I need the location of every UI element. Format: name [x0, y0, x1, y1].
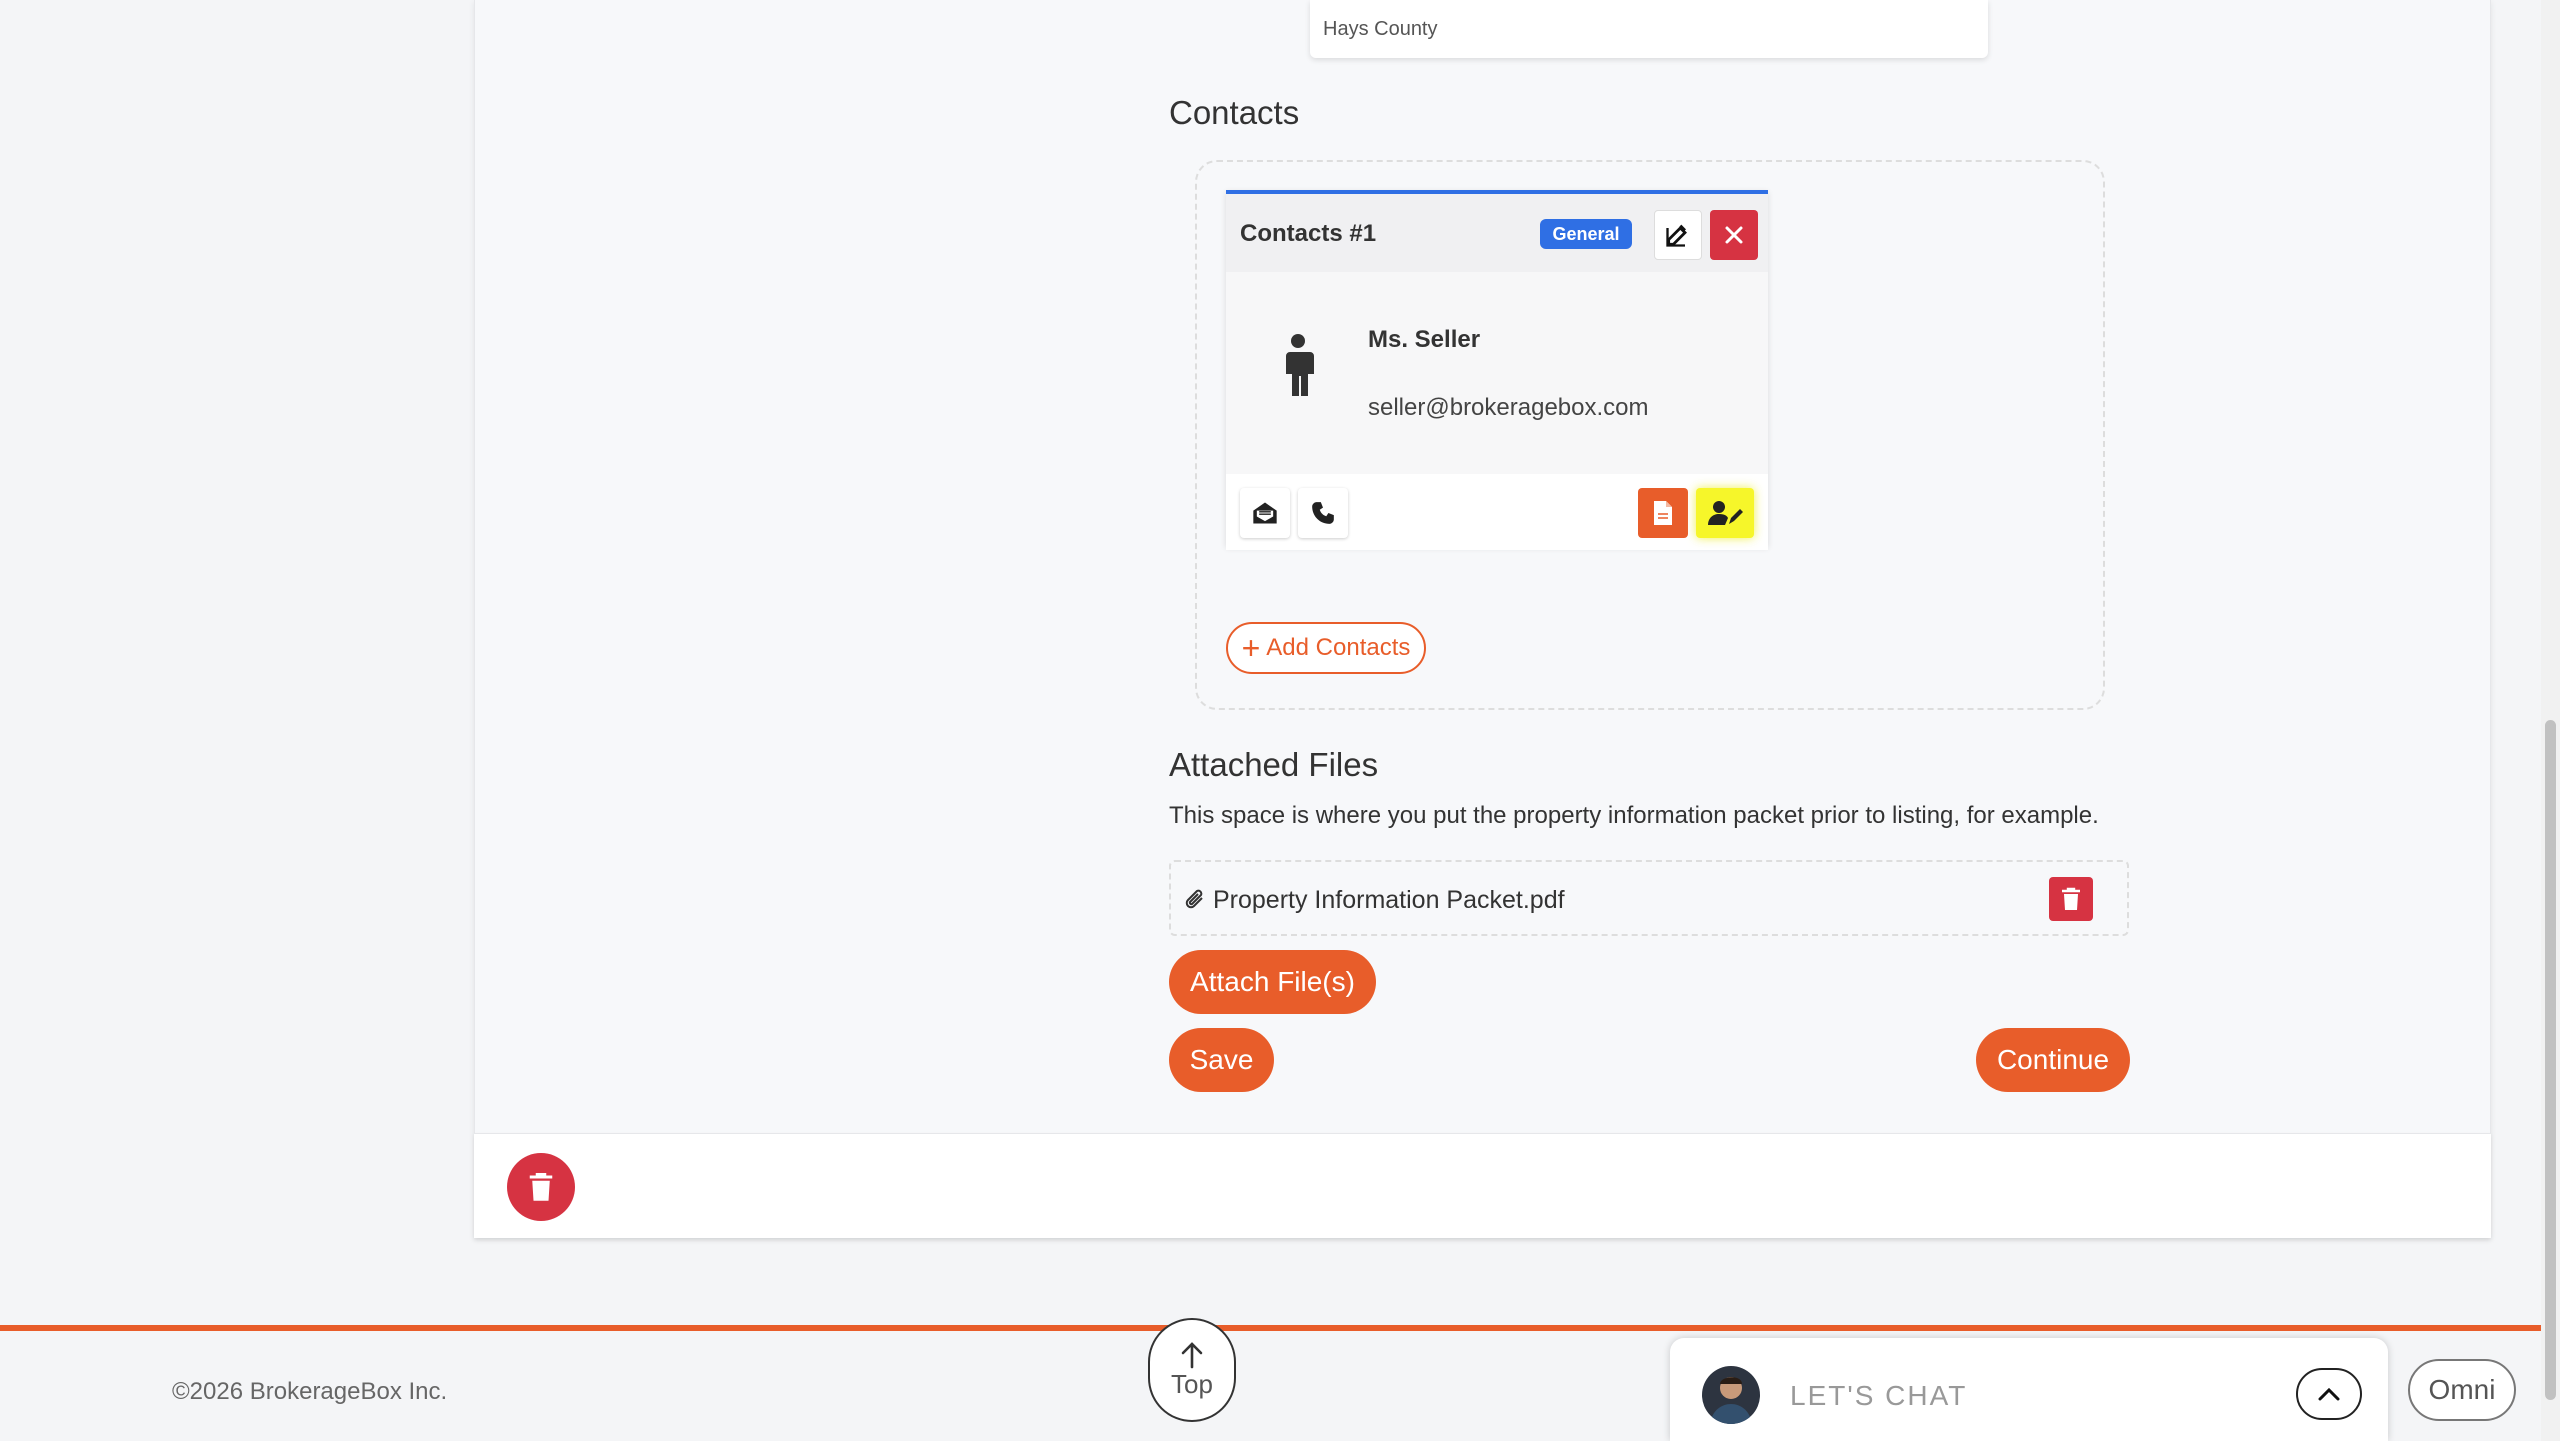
- user-pen-icon: [1708, 501, 1743, 525]
- contact-signer-button[interactable]: [1696, 488, 1754, 538]
- scrollbar-thumb[interactable]: [2545, 720, 2556, 1400]
- person-icon: [1286, 334, 1314, 396]
- contact-card-body: Ms. Seller seller@brokeragebox.com: [1226, 272, 1768, 478]
- chat-widget[interactable]: LET'S CHAT: [1670, 1338, 2388, 1441]
- contact-card-title: Contacts #1: [1240, 220, 1377, 247]
- contacts-heading: Contacts: [1169, 94, 1300, 131]
- paperclip-icon: [1185, 889, 1203, 909]
- chat-agent-avatar: [1702, 1366, 1760, 1424]
- copyright-text: ©2026 BrokerageBox Inc.: [172, 1378, 448, 1405]
- attached-files-heading: Attached Files: [1169, 746, 1379, 783]
- email-contact-button[interactable]: [1240, 488, 1290, 538]
- trash-icon: [2062, 887, 2080, 910]
- document-icon: [1654, 501, 1672, 525]
- continue-button[interactable]: Continue: [1976, 1028, 2130, 1092]
- chevron-up-icon: [2318, 1387, 2340, 1401]
- attached-files-description: This space is where you put the property…: [1169, 802, 2099, 829]
- arrow-up-icon: [1181, 1341, 1203, 1368]
- plus-icon: +: [1241, 630, 1261, 666]
- save-button[interactable]: Save: [1169, 1028, 1274, 1092]
- chat-label: LET'S CHAT: [1790, 1380, 1968, 1411]
- county-label: Hays County: [1323, 18, 1438, 40]
- add-contacts-button[interactable]: + Add Contacts: [1226, 622, 1426, 674]
- chat-expand-button[interactable]: [2296, 1368, 2362, 1420]
- contact-actions-bar: [1226, 474, 1768, 550]
- contact-email: seller@brokeragebox.com: [1368, 394, 1649, 421]
- edit-contact-button[interactable]: [1654, 210, 1702, 260]
- edit-icon: [1666, 224, 1687, 247]
- file-name-link[interactable]: Property Information Packet.pdf: [1213, 886, 1565, 915]
- contact-document-button[interactable]: [1638, 488, 1688, 538]
- top-label: Top: [1171, 1368, 1213, 1399]
- contact-name: Ms. Seller: [1368, 326, 1481, 353]
- scroll-to-top-button[interactable]: Top: [1148, 1318, 1236, 1422]
- trash-icon: [529, 1173, 553, 1201]
- contact-type-badge: General: [1540, 219, 1632, 249]
- contact-card: Contacts #1 General Ms. Seller seller@br…: [1226, 190, 1768, 550]
- card-footer: [474, 1133, 2491, 1238]
- attached-file-row: Property Information Packet.pdf: [1169, 860, 2129, 936]
- add-contacts-label: Add Contacts: [1266, 634, 1411, 661]
- close-icon: [1725, 226, 1743, 244]
- county-dropdown-option[interactable]: Hays County: [1310, 0, 1988, 58]
- attach-files-button[interactable]: Attach File(s): [1169, 950, 1376, 1014]
- page-scrollbar[interactable]: [2541, 0, 2560, 1441]
- delete-file-button[interactable]: [2049, 877, 2093, 921]
- phone-icon: [1312, 502, 1334, 524]
- call-contact-button[interactable]: [1298, 488, 1348, 538]
- contact-card-header: Contacts #1 General: [1226, 194, 1768, 272]
- remove-contact-button[interactable]: [1710, 210, 1758, 260]
- delete-listing-button[interactable]: [507, 1153, 575, 1221]
- omni-button[interactable]: Omni: [2408, 1359, 2516, 1421]
- envelope-open-icon: [1253, 502, 1277, 524]
